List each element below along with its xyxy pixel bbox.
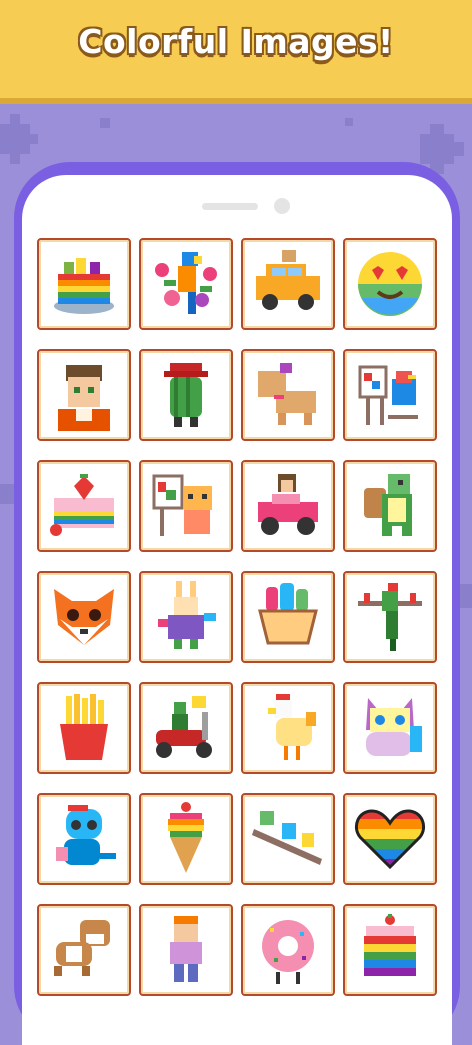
turtle-backpack-icon	[364, 474, 412, 536]
gallery-tile[interactable]	[37, 238, 131, 330]
rainbow-cat-icon	[366, 698, 422, 756]
bulldog-running-icon	[54, 920, 110, 976]
puppy-bow-icon	[258, 363, 316, 425]
parrot-flowers-icon	[155, 252, 217, 314]
ice-cream-cup-icon	[258, 583, 318, 645]
boy-standing-icon	[170, 916, 202, 982]
heart-eyes-emoji-icon	[358, 252, 422, 316]
gallery-tile[interactable]	[37, 904, 131, 996]
cactus-hat-icon	[164, 363, 208, 427]
gallery-tile[interactable]	[139, 793, 233, 885]
gallery-tile[interactable]	[241, 571, 335, 663]
donut-character-icon	[262, 920, 314, 984]
gallery-tile[interactable]	[139, 460, 233, 552]
cat-painter-icon	[152, 474, 212, 536]
phone-speaker	[202, 203, 258, 210]
gallery-tile[interactable]	[343, 682, 437, 774]
ice-cream-cone-icon	[168, 802, 204, 873]
gallery-tile[interactable]	[343, 238, 437, 330]
gallery-tile[interactable]	[343, 793, 437, 885]
rainbow-cupcake-icon	[364, 914, 416, 976]
gallery-tile[interactable]	[139, 682, 233, 774]
gallery-tile[interactable]	[37, 349, 131, 441]
french-fries-icon	[60, 694, 108, 760]
rainbow-bunny-icon	[158, 581, 216, 649]
rainbow-heart-icon	[355, 809, 425, 870]
parrot-branch-icon	[358, 583, 422, 651]
gallery-tile[interactable]	[241, 904, 335, 996]
top-banner: Colorful Images!	[0, 0, 472, 104]
boy-portrait-icon	[58, 365, 110, 431]
scooter-rider-icon	[156, 696, 212, 758]
fox-face-icon	[54, 589, 114, 645]
gallery-tile[interactable]	[139, 904, 233, 996]
gallery-tile[interactable]	[37, 571, 131, 663]
phone-camera	[274, 198, 290, 214]
chicken-icon	[268, 694, 316, 760]
banner-title: Colorful Images!	[78, 22, 394, 61]
gallery-tile[interactable]	[139, 571, 233, 663]
gallery-tile[interactable]	[241, 682, 335, 774]
gallery-tile[interactable]	[343, 571, 437, 663]
dog-in-car-icon	[256, 250, 320, 310]
gallery-tile[interactable]	[241, 238, 335, 330]
gallery-tile[interactable]	[139, 349, 233, 441]
gallery-tile[interactable]	[37, 682, 131, 774]
girl-in-car-icon	[258, 474, 318, 535]
bird-painter-icon	[358, 365, 418, 425]
gallery-tile[interactable]	[343, 460, 437, 552]
rainbow-cake-icon	[54, 258, 114, 314]
gallery-tile[interactable]	[343, 904, 437, 996]
gallery-tile[interactable]	[139, 238, 233, 330]
gallery-tile[interactable]	[241, 349, 335, 441]
gallery-tile[interactable]	[241, 793, 335, 885]
baby-dinosaur-icon	[56, 805, 116, 865]
gallery-tile[interactable]	[37, 460, 131, 552]
gallery-tile[interactable]	[37, 793, 131, 885]
strawberry-cake-icon	[50, 474, 114, 536]
birds-on-branch-icon	[252, 811, 322, 865]
image-gallery-grid	[37, 238, 439, 996]
gallery-tile[interactable]	[343, 349, 437, 441]
gallery-tile[interactable]	[241, 460, 335, 552]
